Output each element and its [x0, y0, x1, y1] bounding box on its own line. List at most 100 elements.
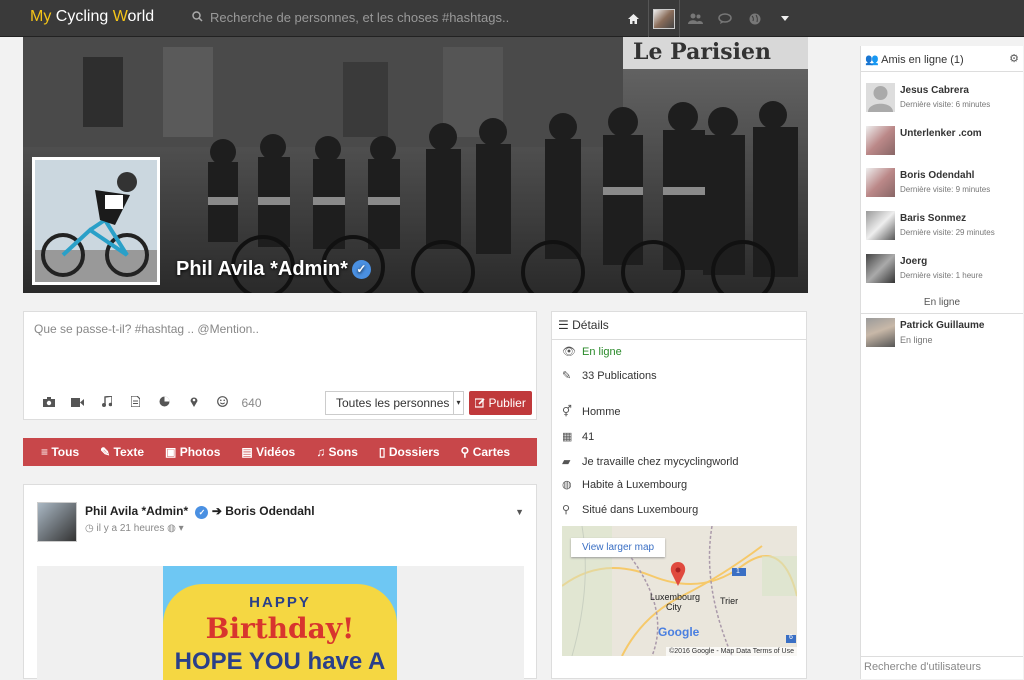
- online-friend-item[interactable]: Patrick Guillaume En ligne: [866, 318, 1022, 352]
- detail-gender: ⚥ Homme: [562, 405, 621, 418]
- post-author-avatar[interactable]: [37, 502, 77, 542]
- avatar: [866, 211, 895, 240]
- filter-dossiers[interactable]: ▯ Dossiers: [379, 445, 461, 459]
- detail-work-text: Je travaille chez mycyclingworld: [582, 456, 739, 468]
- verified-badge-icon: ✓: [195, 506, 209, 519]
- arrow-right-icon: ➔: [211, 504, 222, 518]
- detail-located-text: Situé dans Luxembourg: [582, 504, 699, 516]
- details-header: ☰ Détails: [558, 318, 609, 332]
- detail-located: ⚲ Situé dans Luxembourg: [562, 503, 698, 516]
- film-icon: ▤: [241, 445, 253, 459]
- filter-label: Tous: [51, 445, 80, 459]
- globe-notifications-icon[interactable]: [740, 0, 770, 37]
- file-icon[interactable]: [121, 395, 150, 410]
- globe-icon: ◍: [562, 479, 572, 491]
- friends-icon[interactable]: [680, 0, 710, 37]
- clock-icon: ◷: [85, 523, 94, 534]
- profile-name: Phil Avila *Admin* ✓: [176, 258, 371, 281]
- filter-cartes[interactable]: ⚲ Cartes: [461, 445, 532, 459]
- poll-chart-icon[interactable]: [150, 396, 179, 410]
- detail-lives-text: Habite à Luxembourg: [582, 479, 688, 491]
- friends-sidebar: 👥 Amis en ligne (1) ⚙ Jesus Cabrera Dern…: [860, 46, 1023, 679]
- post-timestamp[interactable]: ◷ il y a 21 heures ◍ ▾: [85, 523, 184, 534]
- filter-videos[interactable]: ▤ Vidéos: [241, 445, 316, 459]
- search-icon: [192, 7, 204, 29]
- post-menu-caret-icon[interactable]: ▼: [515, 507, 524, 517]
- edit-icon: ✎: [562, 370, 572, 382]
- divider: [861, 71, 1023, 72]
- location-pin-icon[interactable]: [179, 396, 208, 410]
- friend-item[interactable]: Boris Odendahl Dernière visite: 9 minute…: [866, 168, 1022, 202]
- friend-last-seen: Dernière visite: 1 heure: [900, 271, 983, 280]
- post-author-link[interactable]: Phil Avila *Admin*: [85, 504, 188, 518]
- post-media[interactable]: HAPPY Birthday! HOPE YOU have A: [37, 566, 524, 680]
- friend-last-seen: Dernière visite: 9 minutes: [900, 185, 991, 194]
- filter-photos[interactable]: ▣ Photos: [165, 445, 241, 459]
- composer-toolbar: 640: [34, 395, 266, 410]
- filter-texte[interactable]: ✎ Texte: [100, 445, 165, 459]
- gender-icon: ⚥: [562, 406, 572, 418]
- audience-value: Toutes les personnes: [336, 396, 450, 410]
- globe-privacy-icon[interactable]: ◍ ▾: [167, 523, 184, 534]
- location-map[interactable]: View larger map Luxembourg City Trier 1 …: [562, 526, 797, 656]
- detail-age-text: 41: [582, 431, 595, 443]
- profile-photo-image: [35, 160, 157, 282]
- birthday-card-image: HAPPY Birthday! HOPE YOU have A: [163, 566, 397, 680]
- friend-online-status: En ligne: [900, 335, 933, 345]
- home-icon[interactable]: [618, 0, 648, 37]
- friend-item[interactable]: Unterlenker .com: [866, 126, 1022, 160]
- avatar: [866, 83, 895, 112]
- post-target-link[interactable]: Boris Odendahl: [225, 504, 314, 518]
- details-title: Détails: [572, 318, 609, 332]
- map-attribution[interactable]: ©2016 Google - Map Data Terms of Use: [666, 647, 797, 656]
- map-road-shield: 1: [736, 568, 740, 575]
- map-label-trier: Trier: [720, 596, 739, 606]
- gear-icon[interactable]: ⚙: [1009, 52, 1019, 65]
- music-icon[interactable]: [92, 395, 121, 410]
- cover-sign-text: Le Parisien: [633, 39, 771, 65]
- filter-label: Photos: [179, 445, 221, 459]
- detail-publications[interactable]: ✎ 33 Publications: [562, 369, 657, 382]
- video-icon[interactable]: [63, 396, 92, 410]
- search-placeholder: Recherche de personnes, et les choses #h…: [210, 10, 510, 25]
- eye-icon: 👁: [562, 346, 576, 358]
- sidebar-title: Amis en ligne (1): [881, 54, 964, 66]
- calendar-icon: ▦: [562, 431, 573, 443]
- user-search-input[interactable]: Recherche d'utilisateurs: [861, 656, 1023, 679]
- map-marker-icon: ⚲: [562, 504, 571, 516]
- edit-icon: [474, 398, 485, 408]
- music-icon: ♫: [316, 445, 326, 459]
- map-label-city: City: [666, 602, 682, 612]
- list-icon: ☰: [558, 318, 569, 332]
- messages-icon[interactable]: [710, 0, 740, 37]
- friend-item[interactable]: Joerg Dernière visite: 1 heure: [866, 254, 1022, 288]
- camera-icon[interactable]: [34, 396, 63, 410]
- search-input[interactable]: Recherche de personnes, et les choses #h…: [192, 7, 532, 29]
- detail-work: ▰ Je travaille chez mycyclingworld: [562, 455, 739, 468]
- map-road-shield: 6: [789, 634, 793, 641]
- post-composer: Que se passe-t-il? #hashtag .. @Mention.…: [23, 311, 537, 420]
- composer-input[interactable]: Que se passe-t-il? #hashtag .. @Mention.…: [34, 322, 259, 336]
- profile-picture[interactable]: [32, 157, 160, 285]
- divider: [552, 339, 806, 340]
- divider: [861, 313, 1023, 314]
- friend-item[interactable]: Jesus Cabrera Dernière visite: 6 minutes: [866, 83, 1022, 117]
- view-larger-map-link[interactable]: View larger map: [571, 538, 666, 557]
- list-icon: ≡: [41, 445, 49, 459]
- caret-down-icon: ▾: [453, 392, 463, 414]
- pencil-icon: ✎: [100, 445, 111, 459]
- publish-button[interactable]: Publier: [469, 391, 532, 415]
- filter-tous[interactable]: ≡ Tous: [41, 445, 100, 459]
- audience-select[interactable]: Toutes les personnes ▾: [325, 391, 464, 415]
- friend-item[interactable]: Baris Sonmez Dernière visite: 29 minutes: [866, 211, 1022, 245]
- friends-icon: 👥: [865, 54, 879, 66]
- emoji-icon[interactable]: [208, 396, 237, 410]
- photo-icon: ▣: [165, 445, 177, 459]
- friend-name: Boris Odendahl: [900, 170, 975, 181]
- caret-down-icon[interactable]: [770, 0, 800, 37]
- app-logo[interactable]: My Cycling World: [30, 8, 154, 26]
- user-avatar-menu[interactable]: [649, 0, 679, 37]
- detail-gender-text: Homme: [582, 406, 621, 418]
- card-text-happy: HAPPY: [249, 594, 311, 611]
- filter-sons[interactable]: ♫ Sons: [316, 445, 379, 459]
